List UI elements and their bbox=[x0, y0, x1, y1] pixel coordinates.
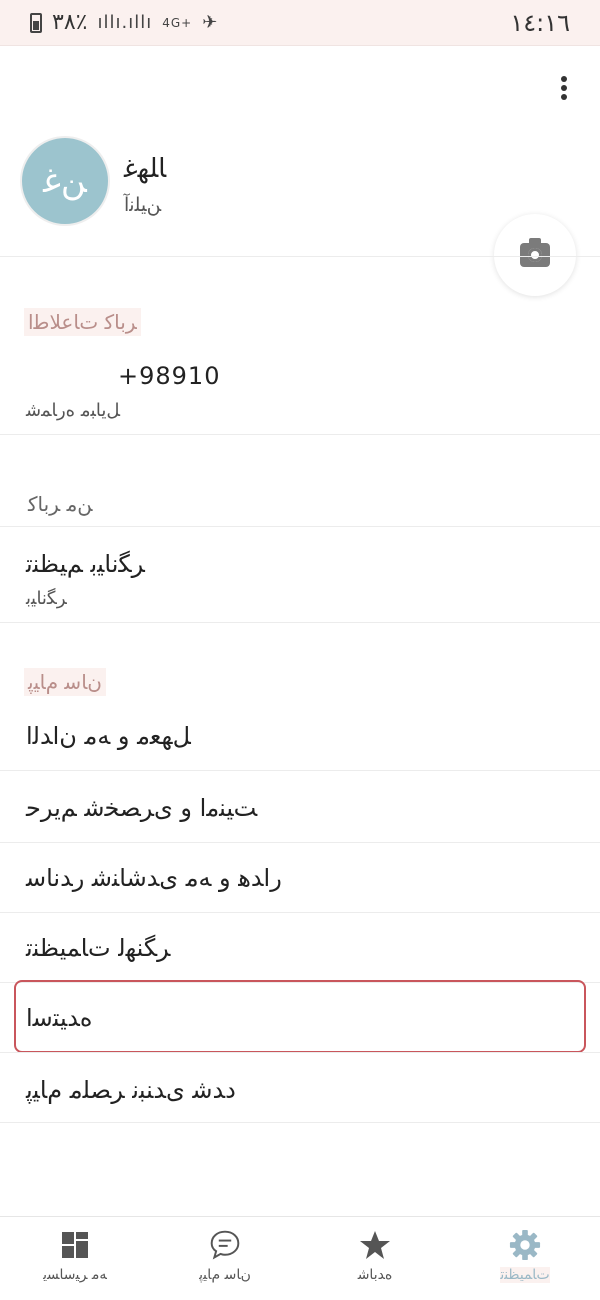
signal-icon: ıllı.ıllı bbox=[97, 12, 153, 33]
divider bbox=[0, 770, 600, 771]
settings-item-5[interactable]: ﻩﺪﯿﺘﺳﺍ bbox=[26, 1004, 92, 1032]
camera-icon bbox=[520, 238, 550, 267]
profile-name: ﺎﻠﮭﻏ bbox=[124, 154, 167, 184]
nav-label-chat: ﻥﺎﺳ ﻡﺎﯿﭘ bbox=[199, 1267, 251, 1283]
clock: ١٤:١٦ bbox=[510, 8, 570, 37]
divider bbox=[0, 1052, 600, 1053]
status-left: ٣٨٪ ıllı.ıllı 4G+ ✈ bbox=[30, 10, 218, 35]
divider bbox=[0, 434, 600, 435]
battery-icon bbox=[30, 12, 42, 33]
nav-item-chat[interactable]: ﻥﺎﺳ ﻡﺎﯿﭘ bbox=[160, 1229, 290, 1283]
more-options-icon[interactable] bbox=[552, 72, 576, 104]
network-type: 4G+ bbox=[162, 15, 193, 30]
divider bbox=[0, 256, 600, 257]
section-title-app: ﻥﺎﺳ ﻡﺎﯿﭘ bbox=[24, 668, 106, 696]
chat-icon bbox=[209, 1229, 241, 1261]
divider bbox=[0, 912, 600, 913]
mute-icon: ✈ bbox=[202, 12, 219, 33]
nav-label-settings: ﺕﺎﻤﯿﻈﻨﺗ bbox=[500, 1267, 550, 1283]
battery-percent: ٣٨٪ bbox=[52, 10, 88, 35]
nav-item-settings[interactable]: ﺕﺎﻤﯿﻈﻨﺗ bbox=[460, 1229, 590, 1283]
nav-item-favorites[interactable]: ﻩﺪﺑﺎﺷ bbox=[310, 1229, 440, 1283]
settings-item-3[interactable]: ﺭﺍﺪﻫ ﻭ ﻪﻣ ﯼﺪﺷﺎﻨﺷ ﺭﺪﻧﺎﺳ bbox=[26, 864, 282, 892]
settings-item-2[interactable]: ﺖﯿﻨﻣﺍ ﻭ ﯼﺮﺼﺨﺷ ﻢﯾﺮﺣ bbox=[26, 794, 257, 822]
gear-icon bbox=[509, 1229, 541, 1261]
status-bar: ٣٨٪ ıllı.ıllı 4G+ ✈ ١٤:١٦ bbox=[0, 0, 600, 46]
nav-label-favorites: ﻩﺪﺑﺎﺷ bbox=[357, 1267, 393, 1283]
bottom-nav: ﻪﻣ ﺮﯿﺳﺎﺴﯾ ﻥﺎﺳ ﻡﺎﯿﭘ ﻩﺪﺑﺎﺷ ﺕﺎﻤﯿﻈﻨﺗ bbox=[0, 1216, 600, 1300]
nav-label-dashboard: ﻪﻣ ﺮﯿﺳﺎﺴﯾ bbox=[43, 1267, 107, 1283]
divider bbox=[0, 622, 600, 623]
settings-item-1[interactable]: ﻞﻬﻌﻣ ﻭ ﻪﻣ ﻥﺍﺪﻟﺍ bbox=[26, 722, 191, 750]
phone-number[interactable]: +98910 bbox=[118, 362, 220, 390]
phone-label: ﻞﯾﺎﺒﻣ ﻩﺭﺎﻤﺷ bbox=[26, 400, 121, 421]
settings-item-4[interactable]: ﺮﮕﻨﻬﻟ ﺕﺎﻤﯿﻈﻨﺗ bbox=[26, 934, 170, 962]
nav-item-dashboard[interactable]: ﻪﻣ ﺮﯿﺳﺎﺴﯾ bbox=[10, 1229, 140, 1283]
dashboard-icon bbox=[59, 1229, 91, 1261]
settings-item-6[interactable]: ﺩﺪﺷ ﯼﺪﻨﺒﻧ ﺮﺼﻠﻣ ﻡﺎﯿﭘ bbox=[26, 1076, 236, 1104]
divider bbox=[0, 842, 600, 843]
star-icon bbox=[359, 1229, 391, 1261]
divider bbox=[0, 1122, 600, 1123]
highlight-box bbox=[14, 980, 586, 1053]
avatar[interactable]: ﻦﻏ bbox=[20, 136, 110, 226]
bio-setting-item[interactable]: ﺮﮕﻧﺎﯿﺑ ﻢﯿﻈﻨﺗ bbox=[26, 550, 145, 578]
divider bbox=[0, 526, 600, 527]
change-photo-button[interactable] bbox=[494, 214, 576, 296]
section-title-account: ﺮﺑﺎﮐ ﺕﺎﻋﻼﻃﺍ bbox=[24, 308, 141, 336]
section-title-user: ﻦﻣ ﺮﺑﺎﮐ bbox=[28, 492, 93, 516]
bio-setting-subtitle: ﺮﮕﻧﺎﯿﺑ bbox=[26, 588, 67, 609]
profile-status: ﻦﯿﻠﻧﺁ bbox=[124, 194, 162, 216]
